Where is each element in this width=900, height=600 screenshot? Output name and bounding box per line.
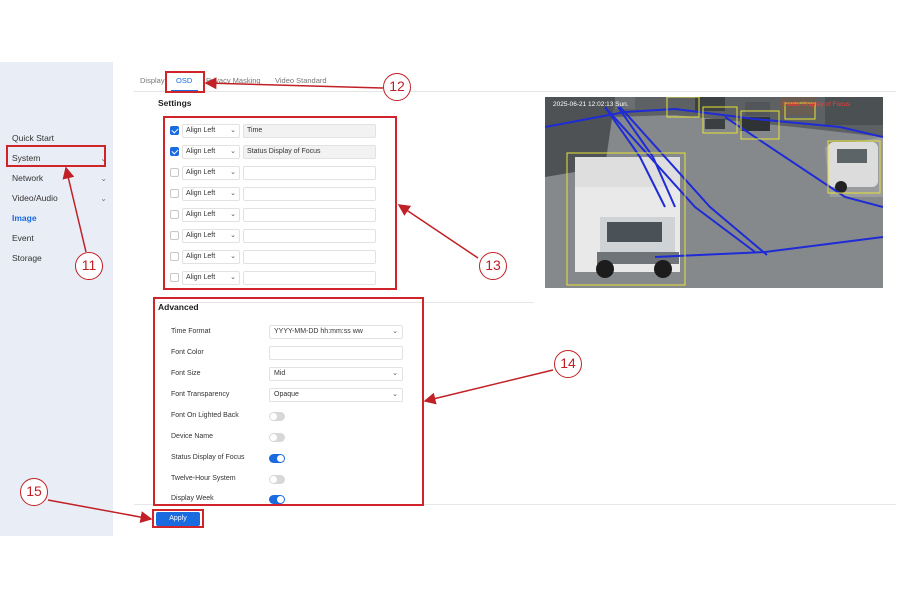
annotation-badge-12: 12 <box>383 73 411 101</box>
annotation-badge-15: 15 <box>20 478 48 506</box>
annotation-badge-14: 14 <box>554 350 582 378</box>
annotation-badge-13: 13 <box>479 252 507 280</box>
annotation-badge-11: 11 <box>75 252 103 280</box>
annotation-arrows <box>47 77 554 523</box>
